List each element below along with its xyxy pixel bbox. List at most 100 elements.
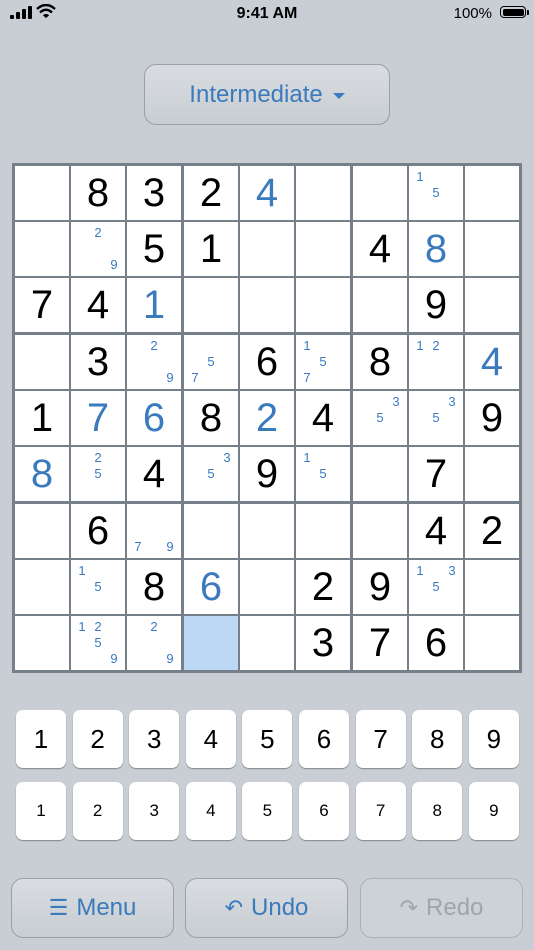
grid-cell[interactable] bbox=[296, 166, 350, 220]
redo-button[interactable]: ↷ Redo bbox=[360, 878, 523, 938]
grid-cell[interactable]: 6 bbox=[71, 504, 125, 558]
note-key-5[interactable]: 5 bbox=[242, 782, 293, 840]
note-key-7[interactable]: 7 bbox=[355, 782, 406, 840]
grid-cell[interactable]: 1 bbox=[184, 222, 238, 276]
grid-cell[interactable]: 4 bbox=[127, 447, 181, 501]
grid-cell[interactable]: 35 bbox=[409, 391, 463, 445]
grid-cell[interactable] bbox=[353, 504, 407, 558]
grid-cell[interactable]: 3 bbox=[296, 616, 350, 670]
note-key-6[interactable]: 6 bbox=[299, 782, 349, 840]
grid-cell[interactable] bbox=[465, 447, 519, 501]
grid-cell[interactable] bbox=[15, 166, 69, 220]
grid-cell[interactable]: 7 bbox=[15, 278, 69, 332]
grid-cell[interactable]: 79 bbox=[127, 504, 181, 558]
grid-cell[interactable] bbox=[240, 616, 294, 670]
grid-cell[interactable] bbox=[240, 560, 294, 614]
grid-cell[interactable] bbox=[15, 222, 69, 276]
number-key-8[interactable]: 8 bbox=[412, 710, 463, 768]
grid-cell[interactable]: 4 bbox=[409, 504, 463, 558]
grid-cell[interactable]: 35 bbox=[184, 447, 238, 501]
grid-cell[interactable]: 9 bbox=[353, 560, 407, 614]
grid-cell[interactable] bbox=[296, 504, 350, 558]
difficulty-selector[interactable]: Intermediate bbox=[144, 64, 390, 125]
grid-cell[interactable] bbox=[296, 222, 350, 276]
menu-button[interactable]: ☰ Menu bbox=[11, 878, 174, 938]
grid-cell[interactable]: 2 bbox=[465, 504, 519, 558]
number-key-5[interactable]: 5 bbox=[242, 710, 293, 768]
grid-cell[interactable]: 6 bbox=[127, 391, 181, 445]
selected-cell[interactable] bbox=[184, 616, 238, 670]
number-key-3[interactable]: 3 bbox=[129, 710, 180, 768]
grid-cell[interactable]: 6 bbox=[184, 560, 238, 614]
grid-cell[interactable] bbox=[15, 335, 69, 389]
note-key-4[interactable]: 4 bbox=[185, 782, 236, 840]
number-key-1[interactable]: 1 bbox=[16, 710, 66, 768]
grid-cell[interactable] bbox=[15, 616, 69, 670]
grid-cell[interactable]: 1 bbox=[127, 278, 181, 332]
grid-cell[interactable]: 1 bbox=[15, 391, 69, 445]
grid-cell[interactable]: 8 bbox=[353, 335, 407, 389]
number-key-7[interactable]: 7 bbox=[355, 710, 406, 768]
number-key-9[interactable]: 9 bbox=[468, 710, 519, 768]
grid-cell[interactable] bbox=[15, 560, 69, 614]
grid-cell[interactable]: 3 bbox=[71, 335, 125, 389]
undo-button[interactable]: ↶ Undo bbox=[185, 878, 348, 938]
grid-cell[interactable] bbox=[240, 222, 294, 276]
grid-cell[interactable] bbox=[465, 278, 519, 332]
number-key-4[interactable]: 4 bbox=[185, 710, 236, 768]
grid-cell[interactable]: 8 bbox=[71, 166, 125, 220]
grid-cell[interactable]: 8 bbox=[15, 447, 69, 501]
grid-cell[interactable]: 9 bbox=[465, 391, 519, 445]
grid-cell[interactable]: 4 bbox=[465, 335, 519, 389]
grid-cell[interactable]: 57 bbox=[184, 335, 238, 389]
grid-cell[interactable]: 15 bbox=[71, 560, 125, 614]
grid-cell[interactable]: 8 bbox=[409, 222, 463, 276]
grid-cell[interactable]: 29 bbox=[127, 335, 181, 389]
grid-cell[interactable]: 1259 bbox=[71, 616, 125, 670]
number-key-6[interactable]: 6 bbox=[299, 710, 349, 768]
grid-cell[interactable] bbox=[353, 166, 407, 220]
grid-cell[interactable] bbox=[353, 447, 407, 501]
grid-cell[interactable]: 29 bbox=[71, 222, 125, 276]
grid-cell[interactable]: 9 bbox=[240, 447, 294, 501]
grid-cell[interactable]: 25 bbox=[71, 447, 125, 501]
grid-cell[interactable] bbox=[465, 560, 519, 614]
grid-cell[interactable] bbox=[240, 504, 294, 558]
grid-cell[interactable] bbox=[184, 504, 238, 558]
grid-cell[interactable]: 4 bbox=[353, 222, 407, 276]
grid-cell[interactable] bbox=[15, 504, 69, 558]
grid-cell[interactable]: 12 bbox=[409, 335, 463, 389]
grid-cell[interactable]: 3 bbox=[127, 166, 181, 220]
grid-cell[interactable] bbox=[184, 278, 238, 332]
grid-cell[interactable]: 15 bbox=[409, 166, 463, 220]
grid-cell[interactable]: 29 bbox=[127, 616, 181, 670]
grid-cell[interactable]: 4 bbox=[296, 391, 350, 445]
grid-cell[interactable]: 157 bbox=[296, 335, 350, 389]
grid-cell[interactable] bbox=[465, 222, 519, 276]
grid-cell[interactable]: 4 bbox=[240, 166, 294, 220]
grid-cell[interactable] bbox=[296, 278, 350, 332]
note-key-8[interactable]: 8 bbox=[412, 782, 463, 840]
grid-cell[interactable] bbox=[465, 616, 519, 670]
grid-cell[interactable]: 7 bbox=[409, 447, 463, 501]
grid-cell[interactable]: 7 bbox=[71, 391, 125, 445]
note-key-3[interactable]: 3 bbox=[129, 782, 180, 840]
grid-cell[interactable] bbox=[240, 278, 294, 332]
note-key-9[interactable]: 9 bbox=[468, 782, 519, 840]
grid-cell[interactable]: 9 bbox=[409, 278, 463, 332]
grid-cell[interactable]: 15 bbox=[296, 447, 350, 501]
grid-cell[interactable]: 2 bbox=[184, 166, 238, 220]
grid-cell[interactable] bbox=[353, 278, 407, 332]
grid-cell[interactable]: 2 bbox=[240, 391, 294, 445]
note-key-2[interactable]: 2 bbox=[72, 782, 123, 840]
number-key-2[interactable]: 2 bbox=[72, 710, 123, 768]
grid-cell[interactable]: 135 bbox=[409, 560, 463, 614]
grid-cell[interactable]: 8 bbox=[127, 560, 181, 614]
grid-cell[interactable]: 6 bbox=[240, 335, 294, 389]
grid-cell[interactable]: 2 bbox=[296, 560, 350, 614]
note-key-1[interactable]: 1 bbox=[16, 782, 66, 840]
grid-cell[interactable] bbox=[465, 166, 519, 220]
grid-cell[interactable]: 7 bbox=[353, 616, 407, 670]
grid-cell[interactable]: 4 bbox=[71, 278, 125, 332]
grid-cell[interactable]: 6 bbox=[409, 616, 463, 670]
